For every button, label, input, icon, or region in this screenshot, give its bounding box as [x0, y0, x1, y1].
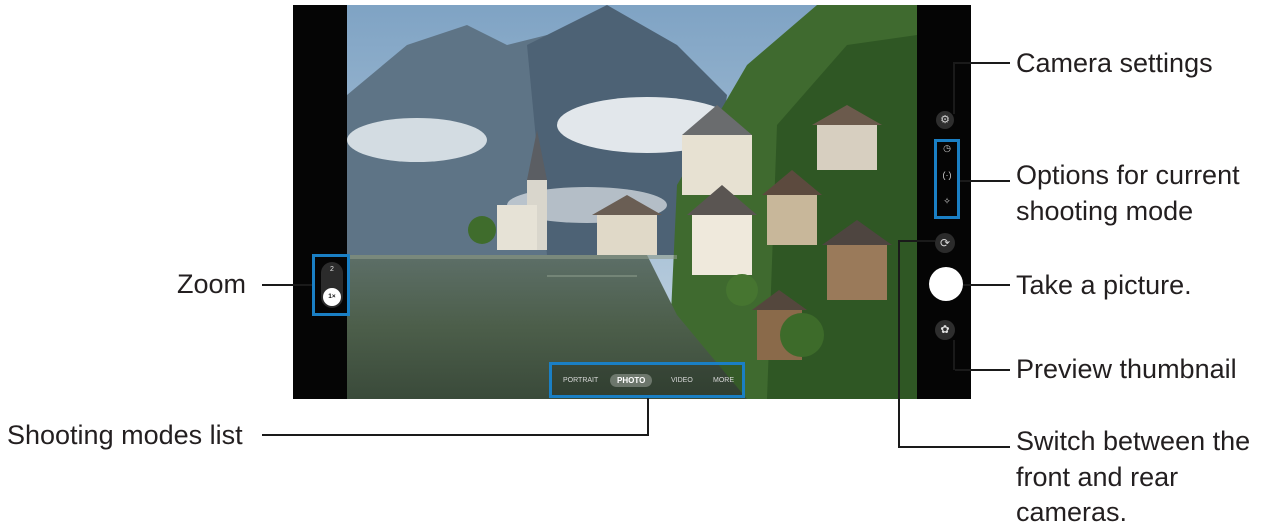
label-options-line1: Options for current — [1016, 160, 1240, 190]
zoom-level-2[interactable]: 2 — [321, 266, 343, 273]
label-zoom: Zoom — [177, 269, 247, 299]
callout-line-switch-h — [898, 240, 935, 242]
callout-line-thumbnail-v — [953, 340, 955, 370]
label-options-line2: shooting mode — [1016, 196, 1194, 226]
label-preview-thumbnail: Preview thumbnail — [1016, 354, 1237, 384]
shutter-button[interactable] — [929, 267, 963, 301]
callout-line-thumbnail — [955, 369, 1010, 371]
mode-photo[interactable]: PHOTO — [610, 374, 653, 387]
callout-line-shutter — [963, 284, 1010, 286]
mode-more[interactable]: MORE — [713, 377, 734, 384]
label-shooting-modes: Shooting modes list — [7, 420, 243, 450]
mode-portrait[interactable]: PORTRAIT — [563, 377, 598, 384]
callout-line-settings-v — [953, 62, 955, 114]
callout-line-modes-v — [647, 398, 649, 436]
magic-wand-icon[interactable]: ✧ — [940, 196, 954, 207]
callout-line-zoom — [262, 284, 312, 286]
aspect-ratio-icon[interactable]: (·) — [940, 170, 954, 180]
label-switch-line2: front and rear — [1016, 462, 1179, 492]
mode-video[interactable]: VIDEO — [671, 377, 693, 384]
callout-line-switch-v — [898, 240, 900, 447]
label-switch-line3: cameras. — [1016, 497, 1128, 527]
timer-icon[interactable]: ◷ — [940, 143, 954, 154]
label-switch-line1: Switch between the — [1016, 426, 1251, 456]
label-take-picture: Take a picture. — [1016, 270, 1192, 300]
callout-line-switch-bottom — [898, 446, 1010, 448]
callout-line-settings — [953, 62, 1010, 64]
callout-line-modes — [262, 434, 649, 436]
switch-camera-icon[interactable]: ⟳ — [935, 233, 955, 253]
flower-icon[interactable]: ✿ — [935, 320, 955, 340]
camera-viewfinder[interactable] — [347, 5, 917, 399]
label-camera-settings: Camera settings — [1016, 48, 1213, 78]
zoom-level-1x[interactable]: 1× — [323, 288, 341, 306]
callout-line-options — [960, 180, 1010, 182]
preview-image — [347, 5, 917, 399]
gear-icon[interactable]: ⚙ — [936, 111, 954, 129]
left-bezel — [293, 5, 347, 399]
